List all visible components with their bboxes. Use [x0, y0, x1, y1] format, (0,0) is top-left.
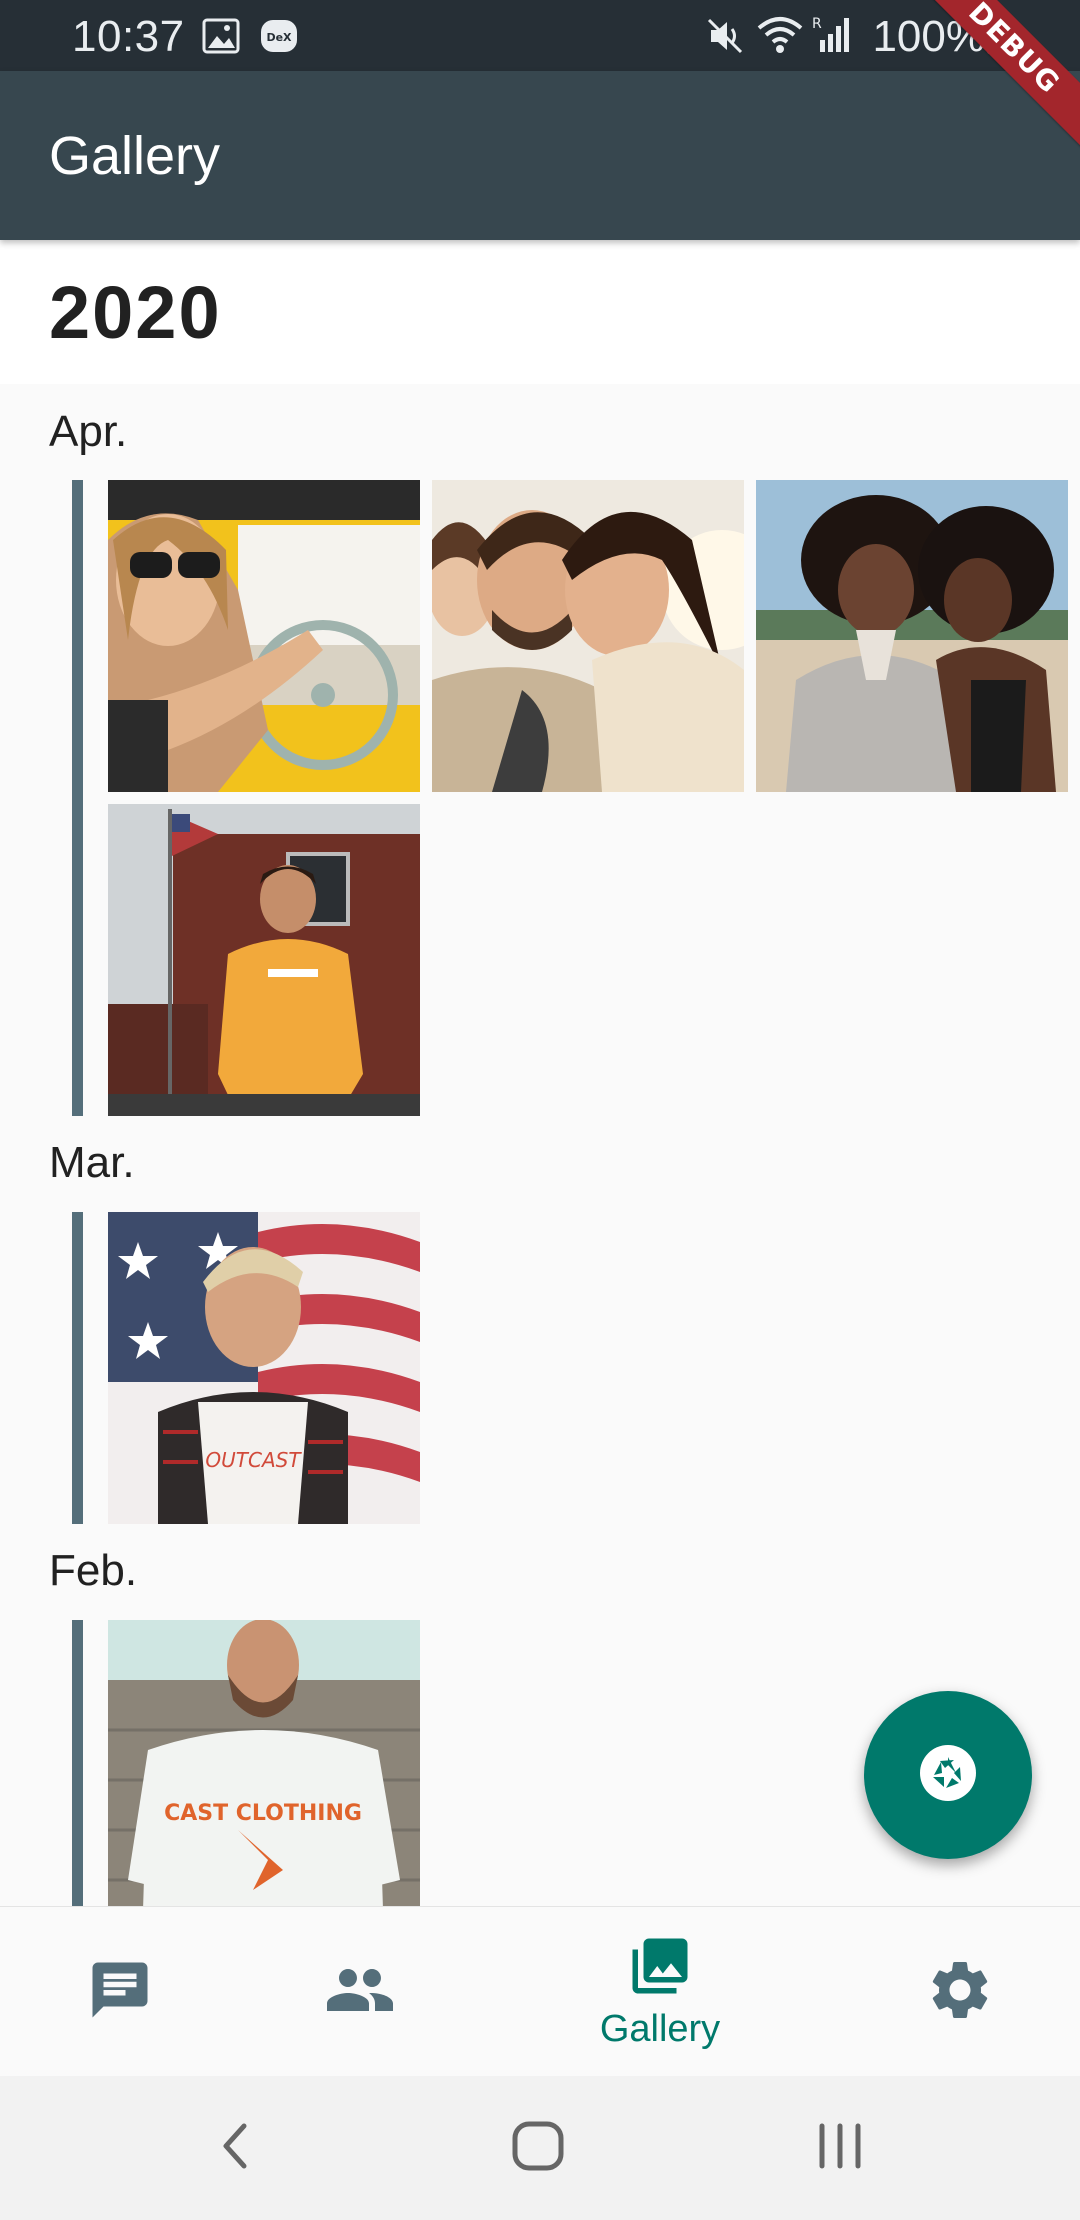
photo-two-friends-beach[interactable] [756, 480, 1068, 792]
people-icon [324, 1954, 396, 2031]
mute-icon [705, 16, 745, 61]
camera-fab[interactable] [864, 1691, 1032, 1859]
month-timeline-bar [72, 1620, 83, 1910]
system-navigation-bar [0, 2076, 1080, 2220]
month-label-feb: Feb. [49, 1546, 138, 1595]
app-title: Gallery [49, 126, 221, 186]
back-icon[interactable] [210, 2116, 260, 2181]
month-label-mar: Mar. [49, 1138, 135, 1187]
photo-library-icon [627, 1933, 693, 2004]
svg-text:OUTCAST: OUTCAST [205, 1448, 302, 1472]
photo-man-white-tshirt[interactable]: CAST CLOTHING [108, 1620, 420, 1910]
chat-icon [87, 1957, 153, 2028]
photo-woman-driving[interactable] [108, 480, 420, 792]
camera-shutter-icon [916, 1741, 980, 1810]
year-label: 2020 [49, 271, 222, 354]
nav-item-gallery[interactable]: Gallery [560, 1907, 760, 2077]
status-bar: 10:37 DeX R 100% [0, 0, 1080, 71]
image-icon [202, 18, 240, 59]
photo-family-selfie[interactable] [432, 480, 744, 792]
dex-icon: DeX [260, 18, 298, 59]
app-bar: Gallery [0, 71, 1080, 240]
svg-text:R: R [812, 16, 822, 32]
nav-item-chat[interactable] [60, 1907, 180, 2077]
month-timeline-bar [72, 1212, 83, 1524]
year-header: 2020 [0, 240, 1080, 384]
svg-text:DeX: DeX [266, 31, 292, 44]
home-icon[interactable] [510, 2116, 566, 2181]
month-timeline-bar [72, 480, 83, 1116]
svg-text:CAST CLOTHING: CAST CLOTHING [164, 1801, 362, 1826]
status-time: 10:37 [72, 12, 185, 61]
recents-icon[interactable] [812, 2116, 868, 2181]
bottom-navigation: Gallery [0, 1906, 1080, 2076]
photo-man-flag-mural[interactable]: OUTCAST [108, 1212, 420, 1524]
settings-icon [925, 1955, 995, 2030]
signal-icon: R [812, 14, 852, 61]
wifi-icon [755, 14, 805, 61]
nav-item-people[interactable] [300, 1907, 420, 2077]
nav-item-settings[interactable] [900, 1907, 1020, 2077]
photo-man-orange-sweater[interactable] [108, 804, 420, 1116]
nav-label-gallery: Gallery [599, 2008, 721, 2050]
month-label-apr: Apr. [49, 407, 128, 456]
